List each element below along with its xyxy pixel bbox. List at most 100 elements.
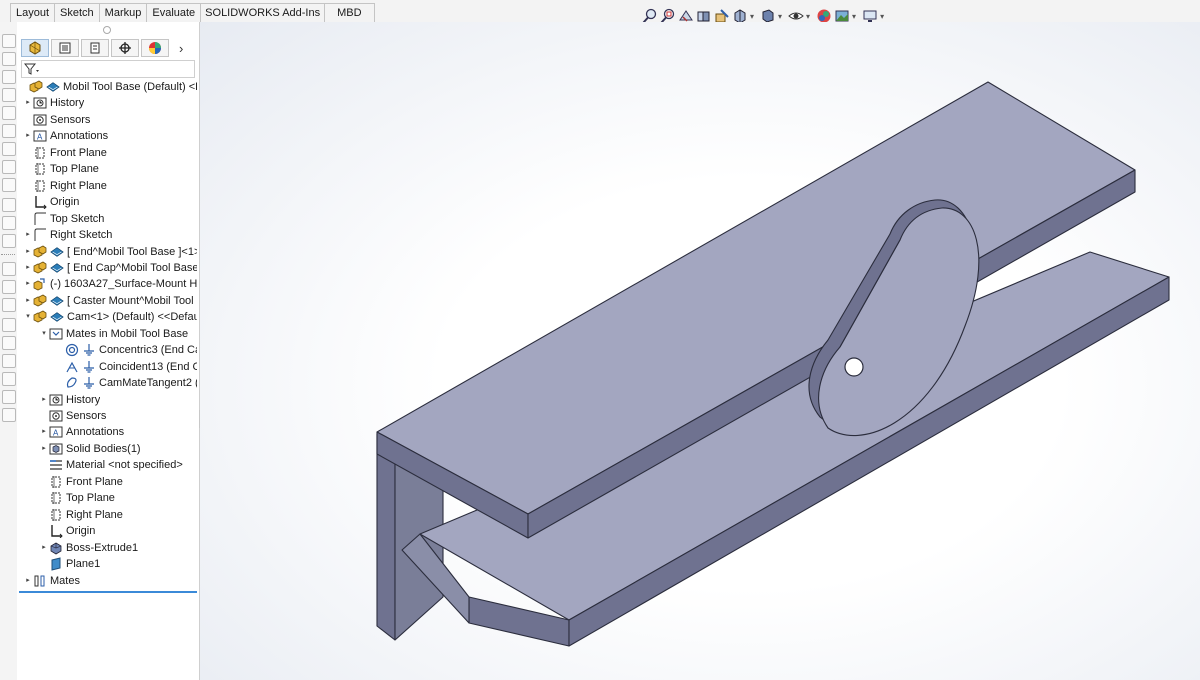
- tree-item[interactable]: Front Plane: [39, 474, 197, 490]
- tree-item-label: History: [50, 97, 85, 110]
- tab-evaluate[interactable]: Evaluate: [146, 3, 202, 22]
- tree-item[interactable]: ▾ Cam<1> (Default) <<Default>_: [23, 309, 197, 325]
- expand-arrow-icon[interactable]: ▸: [39, 540, 49, 556]
- strip-tool-icon[interactable]: [2, 52, 16, 66]
- tab-markup[interactable]: Markup: [98, 3, 148, 22]
- tree-item[interactable]: Right Plane: [23, 178, 197, 194]
- tree-item[interactable]: ▸ Mates: [23, 573, 197, 589]
- model-view: [376, 81, 1170, 647]
- expand-arrow-icon[interactable]: ▸: [23, 293, 33, 309]
- strip-tool-icon[interactable]: [2, 216, 16, 230]
- strip-tool-icon[interactable]: [2, 234, 16, 248]
- tree-item[interactable]: Front Plane: [23, 145, 197, 161]
- expand-arrow-icon[interactable]: ▸: [39, 441, 49, 457]
- collapse-arrow-icon[interactable]: ▾: [23, 309, 33, 325]
- expand-arrow-icon[interactable]: ▸: [39, 424, 49, 440]
- tree-item[interactable]: ▾ Mates in Mobil Tool Base: [39, 326, 197, 342]
- displaymanager-tab[interactable]: [141, 39, 169, 57]
- tree-item[interactable]: ▸ [ Caster Mount^Mobil Tool Bas: [23, 293, 197, 309]
- expand-arrow-icon[interactable]: ▸: [23, 573, 33, 589]
- tree-item[interactable]: Coincident13 (End Cap: [55, 359, 197, 375]
- strip-tool-icon[interactable]: [2, 70, 16, 84]
- tab-mbd[interactable]: MBD: [324, 3, 375, 22]
- expand-arrow-icon[interactable]: ▸: [23, 95, 33, 111]
- tree-item-label: [ End Cap^Mobil Tool Base ]<1:: [67, 261, 197, 274]
- expand-arrow-icon[interactable]: ▸: [23, 244, 33, 260]
- tree-item[interactable]: Plane1: [39, 556, 197, 572]
- tree-item[interactable]: Sensors: [23, 112, 197, 128]
- tree-item[interactable]: ▸ [ End Cap^Mobil Tool Base ]<1:: [23, 260, 197, 276]
- panel-grip[interactable]: [103, 26, 111, 34]
- propertymanager-tab[interactable]: [51, 39, 79, 57]
- tree-item[interactable]: Right Plane: [39, 507, 197, 523]
- strip-tool-icon[interactable]: [2, 298, 16, 312]
- strip-tool-icon[interactable]: [2, 178, 16, 192]
- rollback-bar[interactable]: [19, 591, 197, 593]
- end-plate-face[interactable]: [376, 433, 396, 641]
- strip-tool-icon[interactable]: [2, 372, 16, 386]
- tab-solidworks-add-ins[interactable]: SOLIDWORKS Add-Ins: [200, 3, 326, 22]
- dimxpertmanager-tab[interactable]: [111, 39, 139, 57]
- tree-item[interactable]: Concentric3 (End Cap^: [55, 342, 197, 358]
- featuremanager-tab[interactable]: [21, 39, 49, 57]
- tree-item[interactable]: Top Plane: [39, 490, 197, 506]
- expand-arrow-icon[interactable]: ▸: [23, 276, 33, 292]
- tree-item[interactable]: ▸ [ End^Mobil Tool Base ]<1> ->: [23, 244, 197, 260]
- tree-item-label: Annotations: [66, 426, 125, 439]
- tree-item[interactable]: ▸ Solid Bodies(1): [39, 441, 197, 457]
- strip-tool-icon[interactable]: [2, 336, 16, 350]
- command-manager-tabs: Layout Sketch Markup Evaluate SOLIDWORKS…: [0, 0, 1200, 24]
- tree-item[interactable]: Top Sketch: [23, 211, 197, 227]
- cam-hole[interactable]: [844, 357, 864, 377]
- tree-item[interactable]: ▸ A Annotations: [23, 128, 197, 144]
- strip-tool-icon[interactable]: [2, 262, 16, 276]
- tree-item[interactable]: ▸ A Annotations: [39, 424, 197, 440]
- component-state-icon: [50, 245, 64, 259]
- view-orientation-dropdown-icon[interactable]: ▾: [750, 12, 754, 21]
- strip-tool-icon[interactable]: [2, 318, 16, 332]
- tree-item-label: Plane1: [66, 558, 101, 571]
- display-style-dropdown-icon[interactable]: ▾: [778, 12, 782, 21]
- configurationmanager-tab[interactable]: [81, 39, 109, 57]
- coincident-mate-icon: [65, 360, 79, 374]
- expand-arrow-icon[interactable]: ▸: [23, 260, 33, 276]
- strip-tool-icon[interactable]: [2, 142, 16, 156]
- apply-scene-dropdown-icon[interactable]: ▾: [852, 12, 856, 21]
- more-tabs-chevron-icon[interactable]: ›: [179, 41, 183, 56]
- tree-item[interactable]: ▸ Right Sketch: [23, 227, 197, 243]
- strip-tool-icon[interactable]: [2, 280, 16, 294]
- tree-item[interactable]: Top Plane: [23, 161, 197, 177]
- view-settings-dropdown-icon[interactable]: ▾: [880, 12, 884, 21]
- tree-item[interactable]: ▸ (-) 1603A27_Surface-Mount Hinge w: [23, 276, 197, 292]
- strip-tool-icon[interactable]: [2, 88, 16, 102]
- tree-item[interactable]: Origin: [39, 523, 197, 539]
- expand-arrow-icon[interactable]: ▸: [23, 128, 33, 144]
- tab-sketch[interactable]: Sketch: [54, 3, 100, 22]
- strip-tool-icon[interactable]: [2, 124, 16, 138]
- tree-item[interactable]: Sensors: [39, 408, 197, 424]
- strip-tool-icon[interactable]: [2, 408, 16, 422]
- tree-filter-field[interactable]: [21, 60, 195, 78]
- tree-item[interactable]: Material <not specified>: [39, 457, 197, 473]
- strip-tool-icon[interactable]: [2, 354, 16, 368]
- strip-tool-icon[interactable]: [2, 34, 16, 48]
- strip-tool-icon[interactable]: [2, 390, 16, 404]
- collapse-arrow-icon[interactable]: ▾: [39, 326, 49, 342]
- tree-item[interactable]: ▸ History: [39, 392, 197, 408]
- expand-arrow-icon[interactable]: ▸: [23, 227, 33, 243]
- plane-solid-icon: [49, 557, 63, 571]
- graphics-area[interactable]: [200, 22, 1200, 680]
- tree-item[interactable]: ▸ History: [23, 95, 197, 111]
- strip-tool-icon[interactable]: [2, 198, 16, 212]
- concentric-mate-icon: [65, 343, 79, 357]
- tree-item[interactable]: Origin: [23, 194, 197, 210]
- tab-layout[interactable]: Layout: [10, 3, 56, 22]
- tree-item-label: (-) 1603A27_Surface-Mount Hinge w: [50, 278, 197, 291]
- strip-tool-icon[interactable]: [2, 106, 16, 120]
- tree-item[interactable]: CamMateTangent2 (Ca: [55, 375, 197, 391]
- hide-show-dropdown-icon[interactable]: ▾: [806, 12, 810, 21]
- strip-tool-icon[interactable]: [2, 160, 16, 174]
- expand-arrow-icon[interactable]: ▸: [39, 392, 49, 408]
- tree-item[interactable]: ▸ Boss-Extrude1: [39, 540, 197, 556]
- tree-item[interactable]: Mobil Tool Base (Default) <Display S: [19, 79, 197, 95]
